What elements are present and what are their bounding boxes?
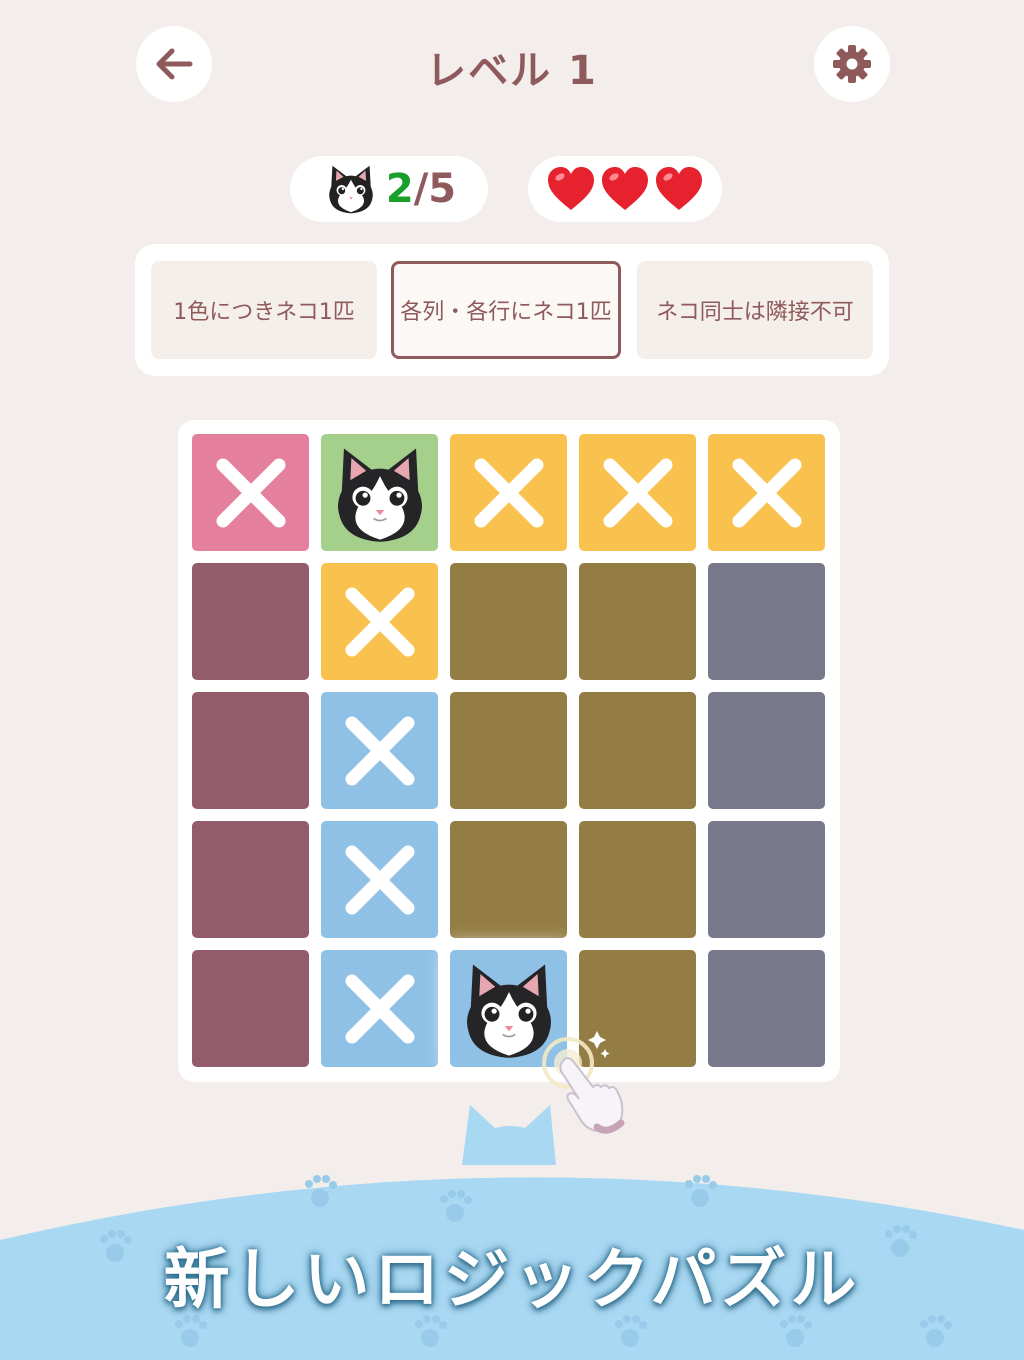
x-mark-icon bbox=[340, 582, 420, 662]
grid-cell-r3-c2[interactable] bbox=[321, 692, 438, 809]
heart-icon bbox=[548, 167, 594, 210]
cat-face-icon bbox=[322, 160, 380, 218]
grid-cell-r2-c1[interactable] bbox=[192, 563, 309, 680]
grid-cell-r2-c4[interactable] bbox=[579, 563, 696, 680]
grid-cell-r1-c1[interactable] bbox=[192, 434, 309, 551]
rule-label: 1色につきネコ1匹 bbox=[173, 300, 355, 325]
cats-total-count: 5 bbox=[428, 166, 457, 212]
x-mark-icon bbox=[211, 453, 291, 533]
x-mark-icon bbox=[340, 840, 420, 920]
grid-cell-r3-c1[interactable] bbox=[192, 692, 309, 809]
rule-label: ネコ同士は隣接不可 bbox=[656, 300, 854, 325]
x-mark-icon bbox=[340, 969, 420, 1049]
grid-cell-r3-c4[interactable] bbox=[579, 692, 696, 809]
cat-counter: 2/5 bbox=[290, 156, 488, 222]
heart-icon bbox=[602, 167, 648, 210]
grid-cell-r5-c2[interactable] bbox=[321, 950, 438, 1067]
grid-cell-r1-c2[interactable] bbox=[321, 434, 438, 551]
grid-cell-r4-c2[interactable] bbox=[321, 821, 438, 938]
tap-hand-icon bbox=[542, 1031, 625, 1134]
grid-cell-r4-c3[interactable] bbox=[450, 821, 567, 938]
heart-icon bbox=[656, 167, 702, 210]
x-mark-icon bbox=[727, 453, 807, 533]
grid-cell-r2-c3[interactable] bbox=[450, 563, 567, 680]
x-mark-icon bbox=[340, 711, 420, 791]
grid-cell-r4-c1[interactable] bbox=[192, 821, 309, 938]
gear-icon bbox=[833, 45, 871, 83]
puzzle-board bbox=[178, 420, 840, 1082]
grid-cell-r4-c5[interactable] bbox=[708, 821, 825, 938]
lives-indicator bbox=[528, 156, 722, 222]
grid-cell-r3-c5[interactable] bbox=[708, 692, 825, 809]
rules-panel: 1色につきネコ1匹 各列・各行にネコ1匹 ネコ同士は隣接不可 bbox=[135, 244, 889, 376]
tagline: 新しいロジックパズル bbox=[163, 1241, 861, 1318]
rule-one-cat-per-color[interactable]: 1色につきネコ1匹 bbox=[151, 261, 377, 359]
cats-found-count: 2 bbox=[385, 166, 414, 212]
cats-separator: / bbox=[413, 166, 429, 212]
grid-cell-r1-c5[interactable] bbox=[708, 434, 825, 551]
grid-cell-r3-c3[interactable] bbox=[450, 692, 567, 809]
grid-cell-r5-c5[interactable] bbox=[708, 950, 825, 1067]
settings-button[interactable] bbox=[814, 26, 890, 102]
grid-cell-r4-c4[interactable] bbox=[579, 821, 696, 938]
rule-cats-not-adjacent[interactable]: ネコ同士は隣接不可 bbox=[637, 261, 873, 359]
grid-cell-r1-c3[interactable] bbox=[450, 434, 567, 551]
x-mark-icon bbox=[598, 453, 678, 533]
grid-cell-r2-c2[interactable] bbox=[321, 563, 438, 680]
rule-label: 各列・各行にネコ1匹 bbox=[400, 300, 612, 325]
rule-one-cat-per-row-column[interactable]: 各列・各行にネコ1匹 bbox=[391, 261, 621, 359]
grid-cell-r2-c5[interactable] bbox=[708, 563, 825, 680]
grid-cell-r5-c1[interactable] bbox=[192, 950, 309, 1067]
cat-face-icon bbox=[327, 440, 433, 546]
x-mark-icon bbox=[469, 453, 549, 533]
grid-cell-r1-c4[interactable] bbox=[579, 434, 696, 551]
